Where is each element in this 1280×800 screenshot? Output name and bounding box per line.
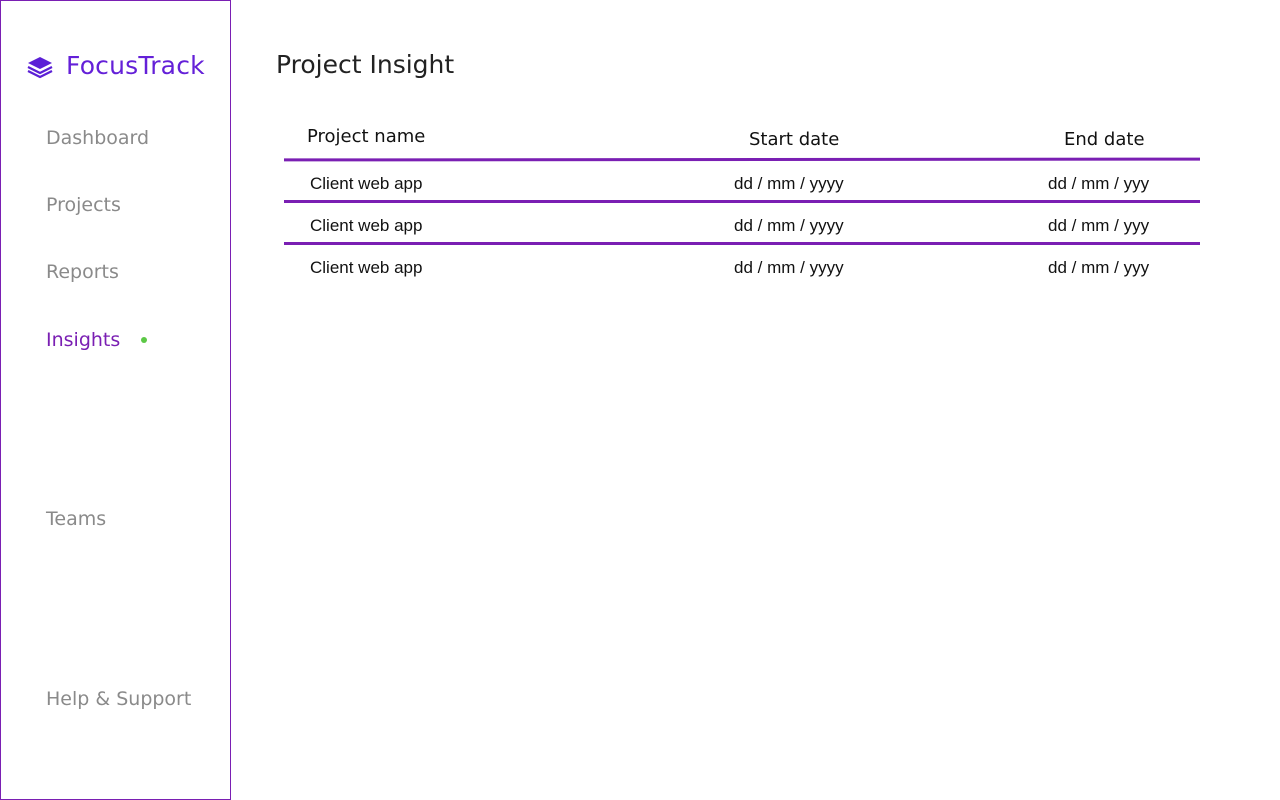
cell-start-date: dd / mm / yyyy bbox=[734, 174, 844, 193]
sidebar-item-label: Help & Support bbox=[46, 688, 192, 710]
sidebar-item-label: Dashboard bbox=[46, 127, 150, 149]
cell-start-date: dd / mm / yyyy bbox=[734, 258, 844, 277]
app-window: FocusTrack Dashboard Projects Reports In… bbox=[0, 0, 1280, 800]
table-row[interactable]: Client web app dd / mm / yyyy dd / mm / … bbox=[284, 161, 1200, 200]
sidebar-item-label: Teams bbox=[46, 508, 107, 530]
cell-project-name: Client web app bbox=[310, 174, 423, 193]
sidebar-item-teams[interactable]: Teams bbox=[46, 508, 106, 530]
brand-name: FocusTrack bbox=[66, 51, 205, 80]
sidebar: FocusTrack Dashboard Projects Reports In… bbox=[0, 0, 231, 800]
sidebar-item-dashboard[interactable]: Dashboard bbox=[46, 127, 149, 149]
column-header-start-date[interactable]: Start date bbox=[749, 129, 839, 150]
sidebar-item-help-support[interactable]: Help & Support bbox=[46, 688, 191, 710]
column-header-project-name[interactable]: Project name bbox=[307, 126, 425, 147]
project-table: Project name Start date End date Client … bbox=[283, 122, 1201, 284]
active-indicator-dot bbox=[141, 337, 148, 343]
cell-end-date: dd / mm / yyy bbox=[1048, 174, 1150, 193]
cell-end-date: dd / mm / yyy bbox=[1048, 216, 1150, 235]
sidebar-item-insights[interactable]: Insights bbox=[46, 329, 148, 351]
sidebar-item-reports[interactable]: Reports bbox=[46, 261, 119, 283]
table-row[interactable]: Client web app dd / mm / yyyy dd / mm / … bbox=[284, 245, 1200, 284]
sidebar-item-label: Projects bbox=[46, 194, 121, 216]
cell-project-name: Client web app bbox=[310, 258, 423, 277]
sidebar-item-projects[interactable]: Projects bbox=[46, 194, 121, 216]
page-title: Project Insight bbox=[276, 50, 455, 79]
sidebar-item-label: Reports bbox=[46, 261, 119, 283]
cell-project-name: Client web app bbox=[310, 216, 423, 235]
cell-start-date: dd / mm / yyyy bbox=[734, 216, 844, 235]
table-row[interactable]: Client web app dd / mm / yyyy dd / mm / … bbox=[284, 203, 1200, 242]
cell-end-date: dd / mm / yyy bbox=[1048, 258, 1150, 277]
sidebar-item-label: Insights bbox=[46, 329, 121, 351]
layers-icon bbox=[27, 56, 53, 78]
table-header: Project name Start date End date bbox=[284, 122, 1200, 158]
brand[interactable]: FocusTrack bbox=[26, 51, 205, 80]
column-header-end-date[interactable]: End date bbox=[1064, 129, 1145, 150]
